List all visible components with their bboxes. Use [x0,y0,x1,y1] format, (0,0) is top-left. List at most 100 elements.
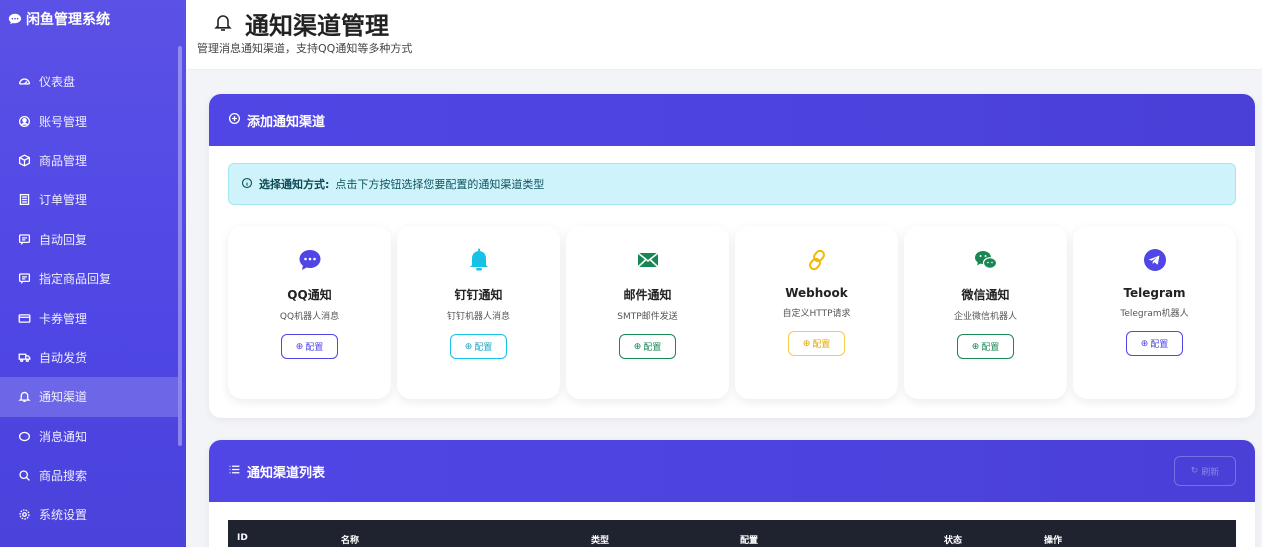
channel-card-wechat[interactable]: 微信通知 企业微信机器人 ⊕ 配置 [904,226,1067,399]
sidebar-item-label: 仪表盘 [39,75,76,90]
config-button-label: 配置 [812,340,831,350]
page-subtitle: 管理消息通知渠道，支持QQ通知等多种方式 [197,42,413,55]
wechat-icon [973,247,999,273]
config-button-label: 配置 [474,343,493,353]
list-icon [228,463,241,480]
channel-card-webhook[interactable]: Webhook 自定义HTTP请求 ⊕ 配置 [735,226,898,399]
channel-name: 钉钉通知 [454,288,503,302]
channel-desc: Telegram机器人 [1120,309,1189,319]
sidebar-item-messages[interactable]: 消息通知 [0,417,178,456]
channel-desc: SMTP邮件发送 [617,312,678,322]
sidebar-item-auto-reply[interactable]: 自动回复 [0,220,178,259]
sidebar-item-label: 通知渠道 [39,390,88,405]
config-button-label: 配置 [305,343,324,353]
card-header: 添加通知渠道 [209,94,1255,146]
plus-circle-icon: ⊕ [971,341,980,352]
col-config: 配置 [740,536,759,546]
channel-name: Telegram [1123,286,1186,300]
config-button-label: 配置 [981,343,1000,353]
sidebar-item-notify-channels[interactable]: 通知渠道 [0,377,178,417]
sidebar-item-products[interactable]: 商品管理 [0,141,178,180]
plus-circle-icon: ⊕ [295,341,304,352]
config-button-email[interactable]: ⊕ 配置 [619,334,676,359]
sidebar-item-label: 自动发货 [39,350,88,365]
sidebar-item-label: 订单管理 [39,193,88,208]
plus-circle-icon [228,112,241,129]
channel-desc: QQ机器人消息 [279,312,340,322]
card-title: 通知渠道列表 [247,465,326,481]
channel-name: 邮件通知 [623,288,672,302]
search-icon [17,469,31,483]
sidebar-item-label: 商品管理 [39,153,88,168]
plus-circle-icon: ⊕ [464,341,473,352]
alert-text: 点击下方按钮选择您要配置的通知渠道类型 [335,178,545,191]
qq-chat-icon [297,247,323,273]
sidebar: 闲鱼管理系统 仪表盘 账号管理 商品管理 订单管理 自动回复 指定商品回复 卡券… [0,0,186,547]
card-title: 添加通知渠道 [247,114,326,130]
user-circle-icon [17,114,31,128]
card-header: 通知渠道列表 [209,440,1255,502]
receipt-icon [17,193,31,207]
sidebar-item-cards[interactable]: 卡券管理 [0,298,178,337]
config-button-webhook[interactable]: ⊕ 配置 [788,331,845,356]
chat-dots-icon [17,429,31,443]
channel-card-qq[interactable]: QQ通知 QQ机器人消息 ⊕ 配置 [228,226,391,399]
col-actions: 操作 [1044,536,1063,546]
card-icon [17,311,31,325]
plus-circle-icon: ⊕ [802,338,811,349]
brand-title: 闲鱼管理系统 [26,12,110,28]
page-header: 通知渠道管理 管理消息通知渠道，支持QQ通知等多种方式 [186,0,1262,70]
config-button-telegram[interactable]: ⊕ 配置 [1126,331,1183,356]
config-button-qq[interactable]: ⊕ 配置 [281,334,338,359]
add-channel-card: 添加通知渠道 选择通知方式: 点击下方按钮选择您要配置的通知渠道类型 QQ通知 … [209,94,1255,418]
col-name: 名称 [341,536,360,546]
bell-icon [213,10,233,38]
message-square-icon [17,232,31,246]
truck-icon [17,350,31,364]
channel-options: QQ通知 QQ机器人消息 ⊕ 配置 钉钉通知 钉钉机器人消息 ⊕ 配置 邮件通知 [228,226,1236,399]
sidebar-item-label: 指定商品回复 [39,272,112,287]
sidebar-item-search[interactable]: 商品搜索 [0,456,178,495]
sidebar-item-auto-ship[interactable]: 自动发货 [0,338,178,377]
config-button-label: 配置 [1150,340,1169,350]
page-title: 通知渠道管理 [213,6,389,41]
col-status: 状态 [944,536,963,546]
envelope-icon [635,247,661,273]
sidebar-item-label: 消息通知 [39,429,88,444]
refresh-button[interactable]: ↻ 刷新 [1174,456,1236,486]
sidebar-item-settings[interactable]: 系统设置 [0,495,178,534]
sidebar-item-label: 账号管理 [39,114,88,129]
channel-desc: 企业微信机器人 [953,312,1017,322]
sidebar-item-label: 商品搜索 [39,469,88,484]
info-alert: 选择通知方式: 点击下方按钮选择您要配置的通知渠道类型 [228,163,1236,205]
col-type: 类型 [591,536,610,546]
channel-desc: 自定义HTTP请求 [782,309,851,319]
sidebar-item-label: 卡券管理 [39,311,88,326]
gear-icon [17,508,31,522]
link-icon [804,247,830,273]
config-button-dingtalk[interactable]: ⊕ 配置 [450,334,507,359]
bell-icon [17,390,31,404]
brand[interactable]: 闲鱼管理系统 [0,0,186,38]
sidebar-item-label: 系统设置 [39,508,88,523]
box-icon [17,153,31,167]
sidebar-item-accounts[interactable]: 账号管理 [0,101,178,140]
dashboard-icon [17,75,31,89]
col-id: ID [237,533,248,543]
channel-card-dingtalk[interactable]: 钉钉通知 钉钉机器人消息 ⊕ 配置 [397,226,560,399]
channel-card-telegram[interactable]: Telegram Telegram机器人 ⊕ 配置 [1073,226,1236,399]
channel-desc: 钉钉机器人消息 [446,312,510,322]
sidebar-item-item-reply[interactable]: 指定商品回复 [0,259,178,298]
sidebar-menu: 仪表盘 账号管理 商品管理 订单管理 自动回复 指定商品回复 卡券管理 自动发货… [0,62,178,535]
sidebar-item-label: 自动回复 [39,232,88,247]
plus-circle-icon: ⊕ [633,341,642,352]
channel-name: QQ通知 [287,288,332,302]
refresh-label: 刷新 [1201,467,1220,478]
config-button-label: 配置 [643,343,662,353]
sidebar-item-orders[interactable]: 订单管理 [0,180,178,219]
channel-card-email[interactable]: 邮件通知 SMTP邮件发送 ⊕ 配置 [566,226,729,399]
config-button-wechat[interactable]: ⊕ 配置 [957,334,1014,359]
sidebar-scrollbar[interactable] [178,46,182,446]
table-header: ID 名称 类型 配置 状态 操作 [228,520,1236,547]
sidebar-item-dashboard[interactable]: 仪表盘 [0,62,178,101]
